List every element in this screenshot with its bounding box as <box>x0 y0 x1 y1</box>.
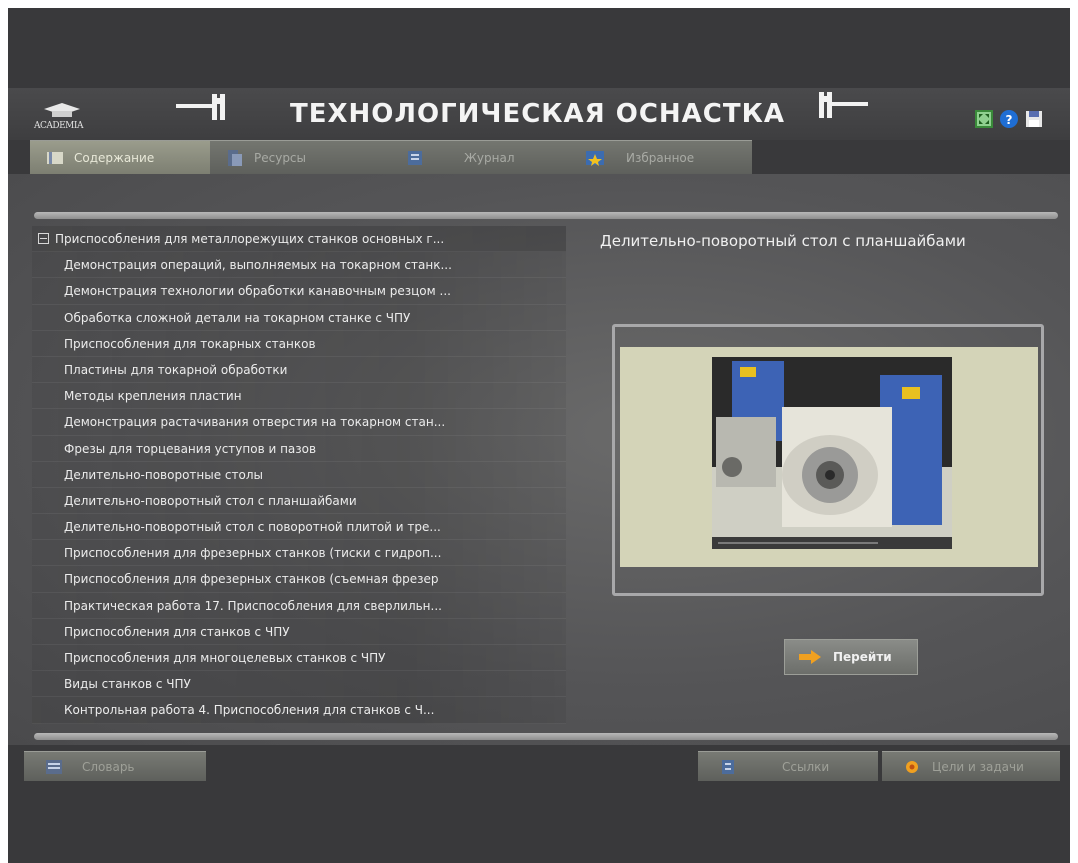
tree-root-item[interactable]: Приспособления для металлорежущих станко… <box>32 226 566 253</box>
list-item[interactable]: Приспособления для фрезерных станков (ти… <box>32 540 566 567</box>
graduation-cap-icon <box>44 103 80 117</box>
list-item[interactable]: Демонстрация растачивания отверстия на т… <box>32 409 566 436</box>
book-icon <box>47 151 63 164</box>
help-icon[interactable]: ? <box>1000 110 1018 128</box>
list-item[interactable]: Делительно-поворотные столы <box>32 461 566 488</box>
top-divider <box>34 212 1058 219</box>
resources-icon <box>228 149 242 166</box>
glossary-label: Словарь <box>82 759 135 774</box>
favorites-icon <box>586 150 604 166</box>
links-icon <box>722 759 734 774</box>
glossary-button[interactable]: Словарь <box>24 751 206 781</box>
arrow-right-icon <box>799 650 821 664</box>
goals-label: Цели и задачи <box>932 759 1024 774</box>
tab-resources-label: Ресурсы <box>254 150 307 165</box>
bottom-divider <box>34 733 1058 740</box>
fullscreen-icon[interactable] <box>975 110 993 128</box>
list-item[interactable]: Фрезы для торцевания уступов и пазов <box>32 435 566 462</box>
academia-logo: ACADEMIA <box>34 101 92 133</box>
list-item[interactable]: Контрольная работа 4. Приспособления для… <box>32 697 566 724</box>
go-button[interactable]: Перейти <box>784 639 918 675</box>
goals-button[interactable]: Цели и задачи <box>882 751 1060 781</box>
list-item[interactable]: Делительно-поворотный стол с планшайбами <box>32 487 566 515</box>
list-item[interactable]: Методы крепления пластин <box>32 383 566 410</box>
caliper-left-icon <box>176 94 225 120</box>
tab-favorites-label: Избранное <box>626 150 695 165</box>
tab-contents-label: Содержание <box>74 150 155 165</box>
tree-root-label: Приспособления для металлорежущих станко… <box>55 232 445 246</box>
video-thumbnail[interactable] <box>712 357 952 549</box>
caliper-right-icon <box>819 92 868 118</box>
collapse-icon[interactable] <box>38 233 49 244</box>
list-item[interactable]: Практическая работа 17. Приспособления д… <box>32 592 566 619</box>
goals-icon <box>906 760 918 773</box>
list-item[interactable]: Обработка сложной детали на токарном ста… <box>32 304 566 331</box>
detail-title: Делительно-поворотный стол с планшайбами <box>600 232 966 250</box>
glossary-icon <box>46 759 62 774</box>
app-title: ТЕХНОЛОГИЧЕСКАЯ ОСНАСТКА <box>290 99 785 129</box>
links-label: Ссылки <box>782 759 830 774</box>
list-item[interactable]: Приспособления для многоцелевых станков … <box>32 645 566 672</box>
list-item[interactable]: Демонстрация операций, выполняемых на то… <box>32 252 566 279</box>
logo-text: ACADEMIA <box>34 121 83 131</box>
list-item[interactable]: Приспособления для станков с ЧПУ <box>32 618 566 645</box>
list-item[interactable]: Пластины для токарной обработки <box>32 356 566 384</box>
links-button[interactable]: Ссылки <box>698 751 878 781</box>
journal-icon <box>408 150 422 165</box>
tab-favorites[interactable]: Избранное <box>570 140 752 174</box>
tab-contents[interactable]: Содержание <box>30 140 214 174</box>
list-item[interactable]: Виды станков с ЧПУ <box>32 671 566 698</box>
go-button-label: Перейти <box>833 650 892 664</box>
svg-text:?: ? <box>1006 113 1013 127</box>
tab-resources[interactable]: Ресурсы <box>210 140 392 174</box>
tab-journal-label: Журнал <box>464 150 515 165</box>
list-item[interactable]: Приспособления для токарных станков <box>32 330 566 357</box>
contents-tree[interactable]: Приспособления для металлорежущих станко… <box>32 226 566 724</box>
tab-journal[interactable]: Журнал <box>390 140 572 174</box>
list-item[interactable]: Приспособления для фрезерных станков (съ… <box>32 566 566 593</box>
list-item[interactable]: Делительно-поворотный стол с поворотной … <box>32 514 566 541</box>
save-icon[interactable] <box>1025 110 1043 128</box>
list-item[interactable]: Демонстрация технологии обработки канаво… <box>32 278 566 305</box>
